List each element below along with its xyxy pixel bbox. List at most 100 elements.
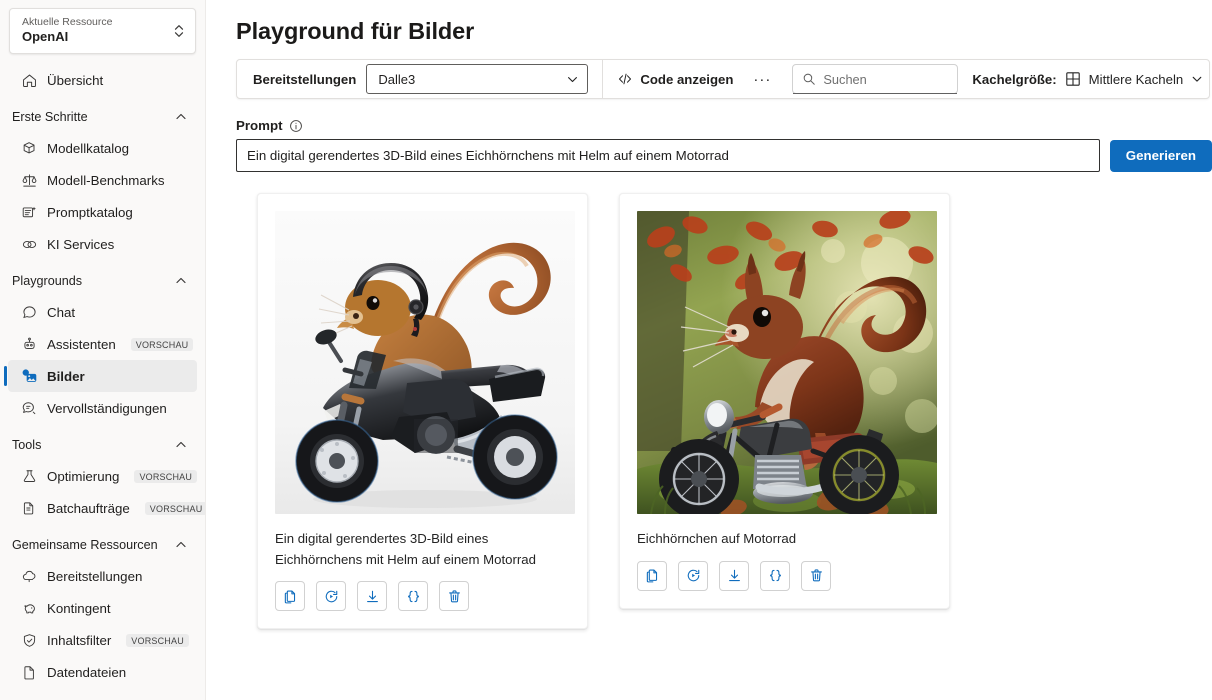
app-root: Aktuelle Ressource OpenAI Übersicht Erst… xyxy=(0,0,1212,700)
page-title: Playground für Bilder xyxy=(236,18,475,44)
preview-badge: VORSCHAU xyxy=(134,469,198,483)
sidebar-item-optimierung[interactable]: Optimierung VORSCHAU xyxy=(8,460,198,492)
sidebar-item-label: Modell-Benchmarks xyxy=(47,172,165,188)
sidebar-item-label: Promptkatalog xyxy=(47,204,133,220)
delete-button[interactable] xyxy=(439,581,469,611)
image-icon xyxy=(20,367,38,385)
sidebar-item-promptkatalog[interactable]: Promptkatalog xyxy=(8,196,197,228)
generate-button[interactable]: Generieren xyxy=(1109,139,1212,172)
json-button[interactable] xyxy=(398,581,428,611)
file-icon xyxy=(20,663,38,681)
preview-badge: VORSCHAU xyxy=(130,337,194,351)
generated-image-2[interactable] xyxy=(637,211,937,514)
sidebar-item-modellkatalog[interactable]: Modellkatalog xyxy=(8,132,197,164)
sidebar-item-chat[interactable]: Chat xyxy=(8,296,197,328)
sidebar-group-gemeinsame-ressourcen[interactable]: Gemeinsame Ressourcen xyxy=(8,530,197,560)
image-results-grid: Ein digital gerendertes 3D-Bild eines Ei… xyxy=(257,193,1212,629)
sidebar-item-bereitstellungen[interactable]: Bereitstellungen xyxy=(8,560,197,592)
sidebar-item-label: Bilder xyxy=(47,368,85,384)
image-card: Ein digital gerendertes 3D-Bild eines Ei… xyxy=(257,193,588,629)
sidebar-group-erste-schritte[interactable]: Erste Schritte xyxy=(8,102,197,132)
link-chain-icon xyxy=(20,235,38,253)
sidebar-group-title: Erste Schritte xyxy=(12,110,88,124)
sidebar-item-vervollstaendigungen[interactable]: Vervollständigungen xyxy=(8,392,197,424)
deployment-select-value: Dalle3 xyxy=(378,71,416,87)
preview-badge: VORSCHAU xyxy=(144,501,205,515)
regenerate-button[interactable] xyxy=(678,560,708,591)
sidebar-item-bilder[interactable]: Bilder xyxy=(4,360,197,392)
sidebar-item-label: Chat xyxy=(47,304,76,320)
deployment-select[interactable]: Dalle3 xyxy=(366,64,589,94)
resource-text: Aktuelle Ressource OpenAI xyxy=(22,17,173,44)
tile-size-control[interactable]: Kachelgröße: Mittlere Kacheln xyxy=(972,71,1203,87)
sidebar-item-label: Kontingent xyxy=(47,600,111,616)
sidebar-item-label: Inhaltsfilter xyxy=(47,632,112,648)
sidebar-item-label: Batchaufträge xyxy=(47,500,130,516)
grid-icon xyxy=(1065,71,1081,87)
sidebar-item-inhaltsfilter[interactable]: Inhaltsfilter VORSCHAU xyxy=(8,624,197,656)
cube-icon xyxy=(20,139,38,157)
delete-button[interactable] xyxy=(801,560,831,591)
sidebar-item-label: Übersicht xyxy=(47,72,104,88)
search-input[interactable] xyxy=(823,71,950,87)
scales-icon xyxy=(20,171,38,189)
resource-value: OpenAI xyxy=(22,29,69,45)
download-button[interactable] xyxy=(357,581,387,611)
main-content: Playground für Bilder Bereitstellungen D… xyxy=(206,0,1212,700)
tile-size-label: Kachelgröße: xyxy=(972,71,1057,87)
view-code-label: Code anzeigen xyxy=(640,71,734,87)
sidebar-item-label: Optimierung xyxy=(47,468,120,484)
sidebar-nav: Übersicht Erste Schritte Modellkatalog M… xyxy=(0,58,205,688)
cloud-icon xyxy=(20,567,38,585)
chevron-down-icon xyxy=(1191,73,1203,85)
prompt-input[interactable] xyxy=(236,139,1100,172)
more-options-button[interactable]: ··· xyxy=(743,60,781,98)
view-code-button[interactable]: Code anzeigen xyxy=(603,60,743,98)
tile-size-value: Mittlere Kacheln xyxy=(1088,71,1184,87)
image-card: Eichhörnchen auf Motorrad xyxy=(619,193,950,609)
chevron-up-icon xyxy=(175,539,187,551)
chevron-up-icon xyxy=(175,111,187,123)
sidebar: Aktuelle Ressource OpenAI Übersicht Erst… xyxy=(0,0,206,700)
sidebar-group-title: Playgrounds xyxy=(12,274,83,288)
copy-button[interactable] xyxy=(637,560,667,591)
sidebar-item-kontingent[interactable]: Kontingent xyxy=(8,592,197,624)
toolbar: Bereitstellungen Dalle3 Code anzeigen ··… xyxy=(236,59,1210,99)
info-icon[interactable] xyxy=(289,119,303,133)
sidebar-item-modell-benchmarks[interactable]: Modell-Benchmarks xyxy=(8,164,197,196)
search-icon xyxy=(802,72,816,86)
shield-check-icon xyxy=(20,631,38,649)
copy-button[interactable] xyxy=(275,581,305,611)
prompt-row: Generieren xyxy=(236,139,1212,172)
sidebar-group-playgrounds[interactable]: Playgrounds xyxy=(8,266,197,296)
generated-image-1[interactable] xyxy=(275,211,575,514)
prompt-label-row: Prompt xyxy=(236,118,1212,133)
chat-bubble-icon xyxy=(20,303,38,321)
image-actions xyxy=(637,560,932,591)
sidebar-item-assistenten[interactable]: Assistenten VORSCHAU xyxy=(8,328,197,360)
sidebar-item-label: Assistenten xyxy=(47,336,116,352)
deployments-label: Bereitstellungen xyxy=(253,71,357,87)
resource-picker[interactable]: Aktuelle Ressource OpenAI xyxy=(9,8,196,54)
sidebar-item-label: Datendateien xyxy=(47,664,127,680)
regenerate-button[interactable] xyxy=(316,581,346,611)
search-box[interactable] xyxy=(792,64,959,94)
image-caption: Eichhörnchen auf Motorrad xyxy=(637,531,797,546)
chevron-down-icon xyxy=(566,73,579,86)
home-icon xyxy=(20,71,38,89)
resource-label: Aktuelle Ressource xyxy=(22,16,113,29)
sidebar-item-ki-services[interactable]: KI Services xyxy=(8,228,197,260)
sidebar-item-uebersicht[interactable]: Übersicht xyxy=(8,64,197,96)
json-button[interactable] xyxy=(760,560,790,591)
sidebar-item-label: KI Services xyxy=(47,236,115,252)
preview-badge: VORSCHAU xyxy=(126,633,189,647)
robot-icon xyxy=(20,335,38,353)
download-button[interactable] xyxy=(719,560,749,591)
code-icon xyxy=(617,71,633,87)
prompt-label: Prompt xyxy=(236,118,283,133)
sidebar-item-batchauftraege[interactable]: Batchaufträge VORSCHAU xyxy=(8,492,205,524)
chevron-up-icon xyxy=(175,439,187,451)
chevron-up-icon xyxy=(175,275,187,287)
sidebar-group-tools[interactable]: Tools xyxy=(8,430,197,460)
sidebar-item-datendateien[interactable]: Datendateien xyxy=(8,656,197,688)
